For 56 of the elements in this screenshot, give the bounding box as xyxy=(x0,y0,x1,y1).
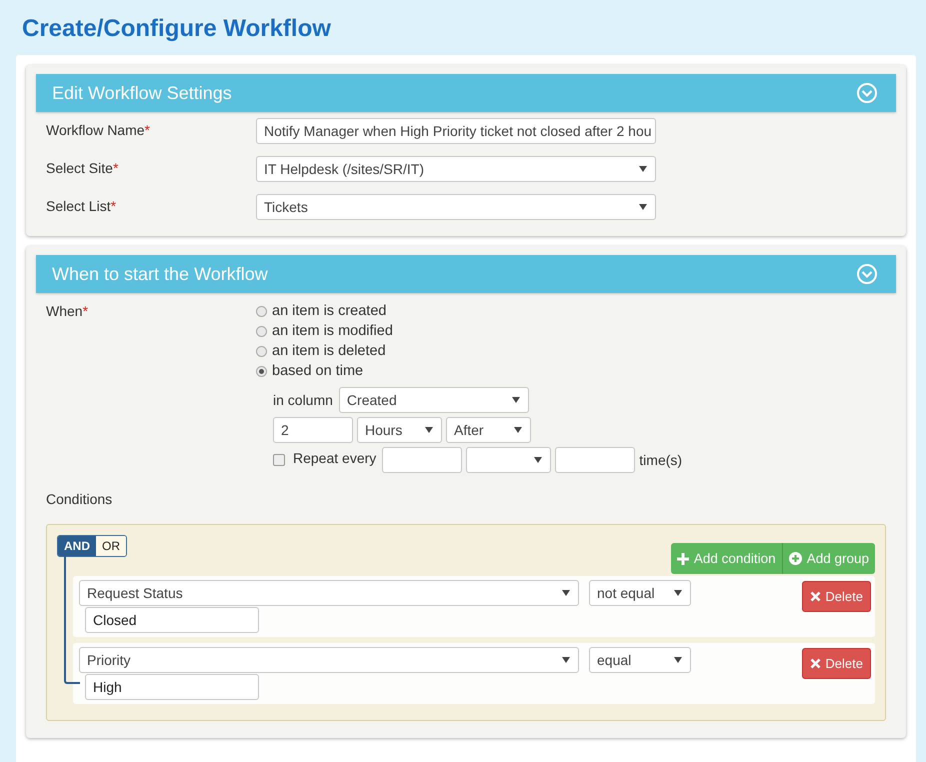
dropdown[interactable]: Hours xyxy=(357,417,442,443)
caret-icon xyxy=(674,657,682,663)
page-title: Create/Configure Workflow xyxy=(21,14,332,44)
panel-title: When to start the Workflow xyxy=(52,264,268,284)
caret-icon xyxy=(674,590,682,596)
plus-circle-icon xyxy=(788,552,802,565)
field-label: Select List* xyxy=(46,197,118,214)
panel-title: Edit Workflow Settings xyxy=(52,82,232,104)
caret-icon xyxy=(562,657,570,663)
close-icon xyxy=(810,658,822,669)
logic-tab[interactable]: AND xyxy=(58,536,96,556)
caret-icon xyxy=(562,590,570,596)
radio-label: based on time xyxy=(272,363,364,379)
text-field[interactable]: Notify Manager when High Priority ticket not closed after 2 hou xyxy=(256,118,656,144)
delete-button[interactable]: Delete xyxy=(802,581,871,612)
plus-icon xyxy=(676,552,689,564)
checkbox-label: Repeat every xyxy=(293,450,376,466)
field-label: When* xyxy=(46,302,90,319)
value-field[interactable]: Closed xyxy=(85,607,259,633)
chevron-icon[interactable] xyxy=(856,82,878,104)
field-label: Workflow Name* xyxy=(46,121,151,138)
dropdown[interactable]: Request Status xyxy=(79,580,579,606)
dropdown[interactable] xyxy=(466,447,552,473)
caret-icon xyxy=(512,397,520,403)
dropdown[interactable]: Tickets xyxy=(256,194,656,220)
dropdown[interactable]: IT Helpdesk (/sites/SR/IT) xyxy=(256,156,656,182)
caret-icon xyxy=(639,204,647,210)
section-label: Conditions xyxy=(45,490,114,507)
radio-label: an item is modified xyxy=(272,323,393,339)
field-label: Select Site* xyxy=(46,159,120,176)
value-field[interactable]: High xyxy=(85,674,259,700)
close-icon xyxy=(810,591,822,602)
caret-icon xyxy=(514,427,522,433)
dropdown[interactable]: equal xyxy=(589,647,691,673)
input-field[interactable] xyxy=(382,447,462,473)
field-label: time(s) xyxy=(639,452,682,468)
radio-button[interactable] xyxy=(256,306,267,316)
logic-tab[interactable]: OR xyxy=(96,536,126,556)
delete-button[interactable]: Delete xyxy=(802,648,871,679)
dropdown[interactable]: After xyxy=(446,417,531,443)
dropdown[interactable]: Created xyxy=(338,387,529,413)
chevron-icon[interactable] xyxy=(856,263,878,285)
radio-button[interactable] xyxy=(256,326,267,336)
checkbox[interactable] xyxy=(273,454,285,466)
radio-label: an item is created xyxy=(272,303,386,319)
dropdown[interactable]: Priority xyxy=(79,647,579,673)
radio-button[interactable] xyxy=(256,366,267,376)
caret-icon xyxy=(534,457,542,463)
field-label: in column xyxy=(273,392,333,408)
dropdown[interactable]: not equal xyxy=(589,580,691,606)
caret-icon xyxy=(425,427,433,433)
caret-icon xyxy=(639,166,647,172)
radio-label: an item is deleted xyxy=(272,343,386,359)
input-field[interactable] xyxy=(555,447,636,473)
number-field[interactable]: 2 xyxy=(273,417,353,443)
radio-button[interactable] xyxy=(256,346,267,356)
